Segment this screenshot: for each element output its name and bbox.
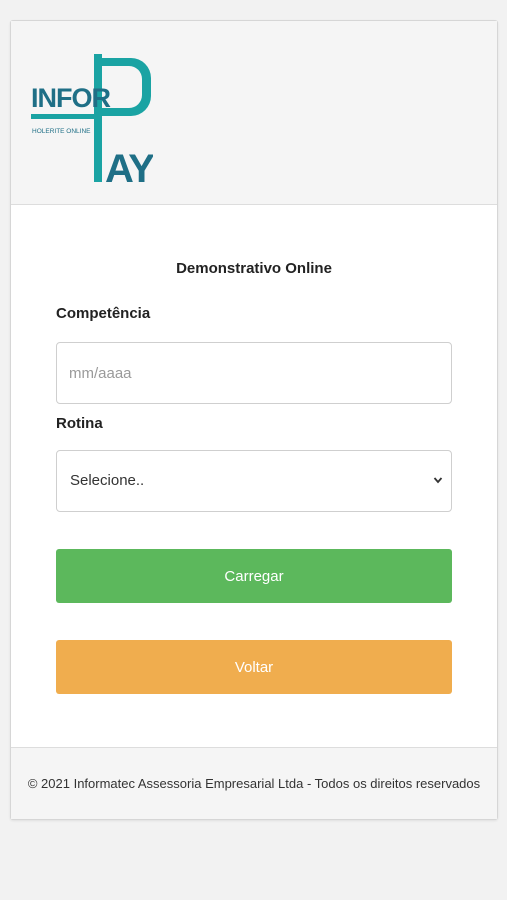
footer: © 2021 Informatec Assessoria Empresarial… <box>11 747 497 819</box>
rotina-selected-value: Selecione.. <box>70 472 145 489</box>
rotina-label: Rotina <box>56 415 103 432</box>
login-card: INFOR HOLERITE ONLINE AY Demonstrativo O… <box>10 20 498 820</box>
competencia-label: Competência <box>56 305 151 322</box>
logo-subtitle: HOLERITE ONLINE <box>32 128 91 135</box>
copyright-text: © 2021 Informatec Assessoria Empresarial… <box>27 776 481 791</box>
card-header: INFOR HOLERITE ONLINE AY <box>11 21 497 205</box>
rotina-select[interactable]: Selecione.. <box>56 450 452 512</box>
chevron-down-icon <box>433 473 443 487</box>
voltar-button[interactable]: Voltar <box>56 640 452 694</box>
form-title: Demonstrativo Online <box>176 260 332 277</box>
card-body: Demonstrativo Online Competência Rotina … <box>11 205 497 749</box>
logo-infor-text: INFOR <box>31 83 110 113</box>
inforpay-logo: INFOR HOLERITE ONLINE AY <box>31 54 153 184</box>
competencia-input[interactable] <box>56 342 452 404</box>
logo-pay-text: AY <box>105 147 153 184</box>
carregar-button[interactable]: Carregar <box>56 549 452 603</box>
